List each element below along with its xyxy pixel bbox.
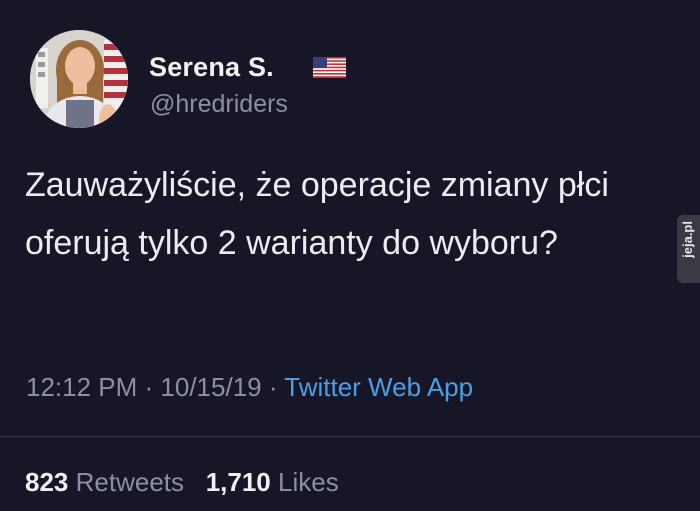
tweet-source-link[interactable]: Twitter Web App bbox=[284, 372, 473, 402]
tweet-time[interactable]: 12:12 PM bbox=[26, 372, 137, 402]
user-handle[interactable]: @hredriders bbox=[150, 90, 288, 119]
tweet-text: Zauważyliście, że operacje zmiany płci o… bbox=[25, 166, 609, 262]
avatar[interactable] bbox=[30, 30, 128, 128]
tweet-card: Serena S. @hredriders Zauważyliście, że … bbox=[0, 0, 700, 511]
likes-count: 1,710 bbox=[205, 467, 271, 497]
retweets-count: 823 bbox=[25, 467, 69, 497]
meta-separator: · bbox=[137, 372, 161, 402]
likes-stat[interactable]: 1,710 Likes bbox=[206, 467, 339, 497]
divider bbox=[0, 436, 700, 437]
retweets-label: Retweets bbox=[75, 467, 185, 497]
tweet-stats: 823 Retweets 1,710 Likes bbox=[25, 467, 339, 498]
avatar-photo bbox=[30, 30, 128, 128]
watermark: jeja.pl bbox=[677, 215, 700, 283]
tweet-meta: 12:12 PM · 10/15/19 · Twitter Web App bbox=[26, 372, 473, 403]
likes-label: Likes bbox=[278, 467, 339, 497]
us-flag-icon bbox=[313, 57, 346, 78]
display-name[interactable]: Serena S. bbox=[149, 52, 274, 83]
meta-separator: · bbox=[261, 372, 285, 402]
retweets-stat[interactable]: 823 Retweets bbox=[25, 467, 184, 497]
tweet-date[interactable]: 10/15/19 bbox=[160, 372, 261, 402]
watermark-text: jeja.pl bbox=[680, 221, 695, 258]
